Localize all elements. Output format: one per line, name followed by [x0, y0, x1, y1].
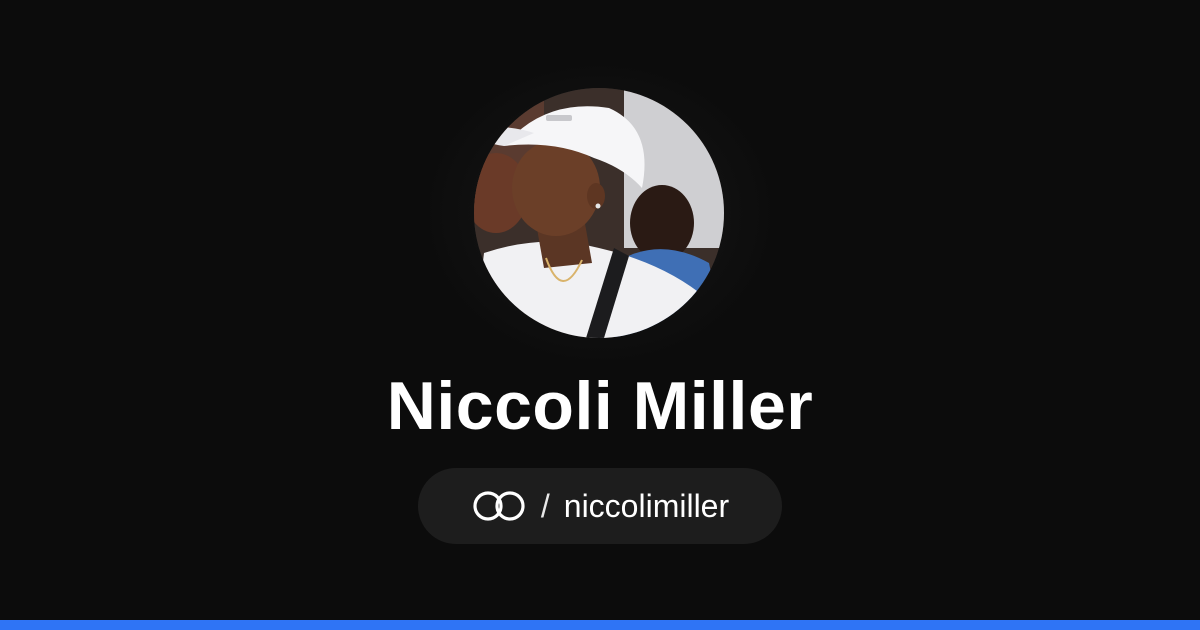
accent-bar: [0, 620, 1200, 630]
display-name: Niccoli Miller: [386, 368, 814, 444]
handle-separator: /: [540, 487, 550, 524]
profile-handle-pill[interactable]: / niccolimiller: [418, 468, 782, 544]
profile-photo: [474, 88, 724, 338]
interlocking-rings-logo-icon: [471, 489, 527, 523]
username: niccolimiller: [563, 487, 730, 524]
avatar: [474, 88, 724, 338]
profile-card: Niccoli Miller / niccolimiller: [0, 0, 1200, 630]
